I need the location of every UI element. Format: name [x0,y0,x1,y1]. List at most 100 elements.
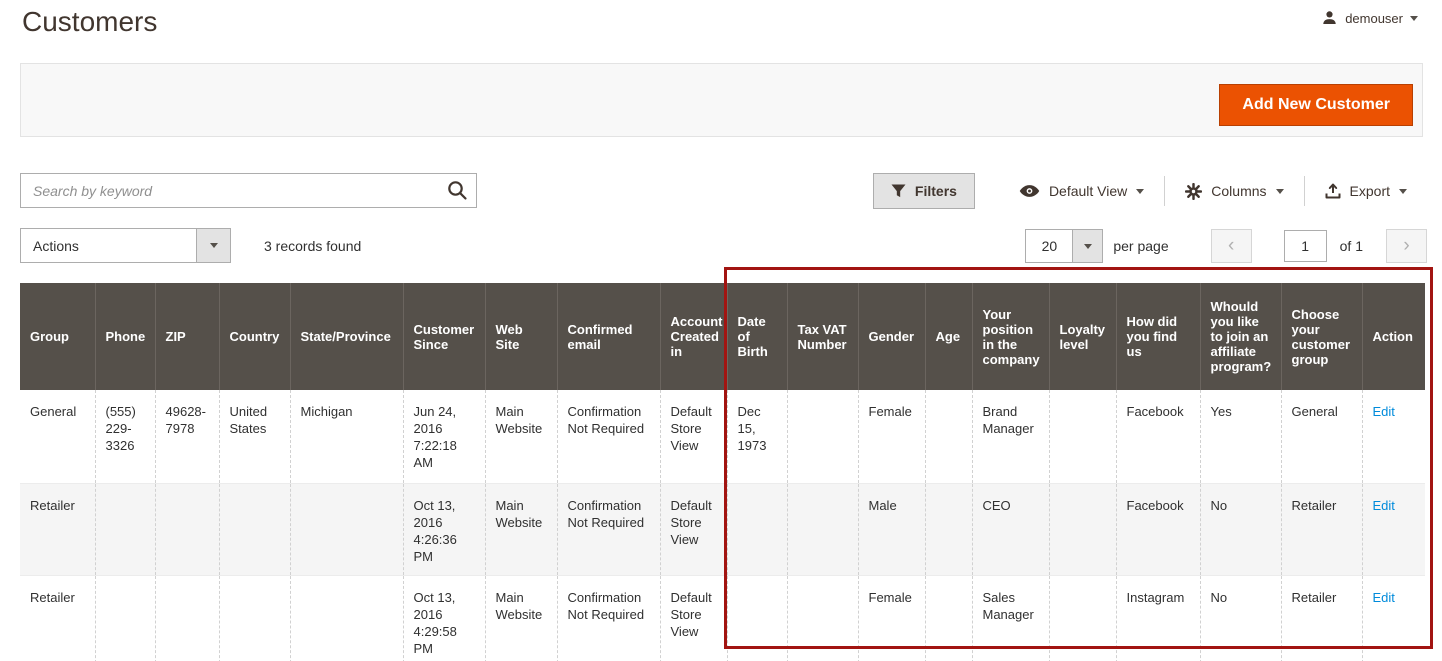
column-header-label: Group [30,329,69,344]
column-header[interactable]: Date of Birth [727,283,787,390]
records-found-text: 3 records found [264,238,361,254]
actions-dropdown-caret[interactable] [196,229,230,262]
cell: Confirmation Not Required [557,390,660,483]
per-page-label: per page [1113,238,1168,254]
user-menu[interactable]: demouser [1321,10,1418,26]
cell-text: Brand Manager [983,404,1034,436]
edit-link[interactable]: Edit [1373,590,1395,605]
column-header[interactable]: Loyalty level [1049,283,1116,390]
cell [219,483,290,575]
cell [787,575,858,661]
column-header-label: Choose your customer group [1292,307,1351,367]
grid-header-row: Group Phone ZIPCountryState/Province Custom… [20,283,1425,390]
column-header[interactable]: Choose your customer group [1281,283,1362,390]
filter-icon [891,184,906,198]
cell: Default Store View [660,483,727,575]
cell-text: CEO [983,498,1011,513]
column-header[interactable]: Confirmed email [557,283,660,390]
cell-text: Female [869,404,912,419]
export-control[interactable]: Export [1304,176,1427,206]
cell: Female [858,390,925,483]
next-page-button[interactable]: › [1386,229,1427,263]
cell-text: Retailer [30,498,75,513]
cell: Retailer [1281,483,1362,575]
columns-control-label: Columns [1211,183,1266,199]
cell-text: Michigan [301,404,353,419]
grid-body: General (555) 229-3326 49628-7978 United St… [20,390,1425,661]
cell [787,483,858,575]
column-header-label: Phone [106,329,146,344]
column-header[interactable]: Country [219,283,290,390]
cell: (555) 229-3326 [95,390,155,483]
table-row: RetailerOct 13, 2016 4:26:36 PMMain Webs… [20,483,1425,575]
column-header[interactable]: Web Site [485,283,557,390]
left-controls: Actions 3 records found [20,228,361,263]
cell-text: General [1292,404,1338,419]
column-header[interactable]: Age [925,283,972,390]
cell: Default Store View [660,575,727,661]
cell-text: Oct 13, 2016 4:26:36 PM [414,498,457,564]
column-header[interactable]: Account Created in [660,283,727,390]
column-header[interactable]: ZIP [155,283,219,390]
per-page-value: 20 [1026,230,1072,262]
cell: Default Store View [660,390,727,483]
cell: No [1200,575,1281,661]
edit-link[interactable]: Edit [1373,404,1395,419]
grid-controls-row: Actions 3 records found 20 per page ‹ of… [20,228,1427,264]
column-header[interactable]: Customer Since [403,283,485,390]
cell-text: Facebook [1127,498,1184,513]
customers-grid: Group Phone ZIPCountryState/Province Custom… [20,283,1425,661]
cell: Confirmation Not Required [557,483,660,575]
actions-dropdown[interactable]: Actions [20,228,231,263]
cell-text: Jun 24, 2016 7:22:18 AM [414,404,457,470]
cell: Edit [1362,575,1425,661]
cell: Main Website [485,390,557,483]
cell [1049,575,1116,661]
column-header[interactable]: Whould you like to join an affiliate pro… [1200,283,1281,390]
cell: Instagram [1116,575,1200,661]
cell: Oct 13, 2016 4:26:36 PM [403,483,485,575]
cell [1049,390,1116,483]
cell-text: 49628-7978 [166,404,206,436]
page-actions-band: Add New Customer [20,63,1423,137]
column-header[interactable]: Gender [858,283,925,390]
column-header[interactable]: Your position in the company [972,283,1049,390]
cell-text: Dec 15, 1973 [738,404,767,453]
cell [219,575,290,661]
cell: No [1200,483,1281,575]
column-header[interactable]: Group [20,283,95,390]
column-header[interactable]: Action [1362,283,1425,390]
column-header[interactable]: Phone [95,283,155,390]
cell-text: Yes [1211,404,1232,419]
column-header-label: Customer Since [414,322,475,352]
cell: Dec 15, 1973 [727,390,787,483]
cell-text: Main Website [496,590,543,622]
cell-text: Facebook [1127,404,1184,419]
filters-button[interactable]: Filters [873,173,975,209]
cell [155,483,219,575]
columns-control[interactable]: Columns [1164,176,1303,206]
edit-link[interactable]: Edit [1373,498,1395,513]
cell: United States [219,390,290,483]
column-header[interactable]: How did you find us [1116,283,1200,390]
search-input[interactable] [20,173,477,208]
cell [727,575,787,661]
search-button[interactable] [445,178,469,202]
per-page-dropdown[interactable]: 20 [1025,229,1103,263]
grid-toolbar: Filters Default View [873,173,1427,209]
per-page-caret[interactable] [1072,230,1102,262]
cell [290,483,403,575]
column-header[interactable]: State/Province [290,283,403,390]
cell: Retailer [1281,575,1362,661]
column-header-label: Loyalty level [1060,322,1106,352]
column-header-label: Web Site [496,322,523,352]
previous-page-button[interactable]: ‹ [1211,229,1252,263]
add-new-customer-button[interactable]: Add New Customer [1219,84,1413,126]
column-header[interactable]: Tax VAT Number [787,283,858,390]
cell-text: No [1211,590,1228,605]
view-switcher[interactable]: Default View [999,176,1164,206]
cell: Edit [1362,483,1425,575]
user-icon [1321,10,1338,26]
current-page-input[interactable] [1284,230,1327,262]
cell-text: United States [230,404,268,436]
